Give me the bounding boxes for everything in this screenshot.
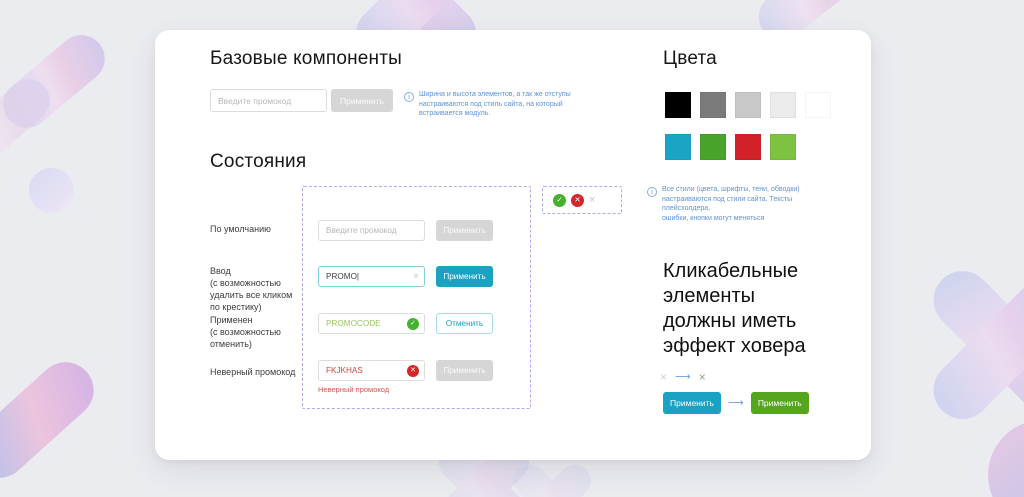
state-label-applied: Применен (с возможностью отменить) xyxy=(210,315,281,349)
color-swatch-teal xyxy=(665,134,691,160)
decor-left-circle xyxy=(29,168,74,213)
base-components-note: Ширина и высота элементов, а так же отст… xyxy=(419,91,571,117)
apply-button-default[interactable]: Применить xyxy=(436,220,493,241)
color-swatch-green xyxy=(700,134,726,160)
promo-input-default[interactable] xyxy=(318,220,425,241)
decor-bottom-x-faint xyxy=(505,455,600,497)
close-icon-normal: × xyxy=(660,370,668,384)
decor-left-edge-bar xyxy=(0,70,59,184)
state-row-invalid: ✕ xyxy=(318,360,425,381)
info-icon: i xyxy=(404,92,414,102)
error-circle-icon: ✕ xyxy=(571,193,584,207)
check-circle-icon: ✓ xyxy=(553,193,566,207)
color-swatch-light-gray xyxy=(735,92,761,118)
colors-note: Все стили (цвета, шрифты, тени, обводки)… xyxy=(662,186,800,222)
hover-demo-icons: × ⟶ × xyxy=(660,371,706,383)
decor-right-x xyxy=(915,252,1024,437)
info-icon-styles: i xyxy=(647,187,657,197)
state-label-invalid: Неверный промокод xyxy=(210,367,296,377)
color-swatch-gray xyxy=(700,92,726,118)
apply-button-active[interactable]: Применить xyxy=(436,266,493,287)
grayscale-swatches xyxy=(665,92,831,118)
decor-left-pill xyxy=(0,25,115,138)
decor-bottom-right-circle xyxy=(988,420,1024,497)
decor-bottom-left-pill xyxy=(0,350,106,490)
color-swatch-red xyxy=(735,134,761,160)
colors-title: Цвета xyxy=(663,48,717,69)
error-message: Неверный промокод xyxy=(318,385,390,394)
promo-code-input[interactable] xyxy=(210,89,327,112)
base-components-title: Базовые компоненты xyxy=(210,48,403,69)
close-icon-hover: × xyxy=(698,370,706,384)
apply-button-hovered[interactable]: Применить xyxy=(750,392,809,414)
promo-module-styleguide-card: Базовые компоненты Применить i Ширина и … xyxy=(155,30,871,460)
state-row-applied: ✓ xyxy=(318,313,425,334)
state-label-default: По умолчанию xyxy=(210,224,271,234)
state-row-typing: × xyxy=(318,266,425,287)
apply-button-invalid-disabled[interactable]: Применить xyxy=(436,360,493,381)
color-swatch-light-green xyxy=(770,134,796,160)
cancel-button[interactable]: Отменить xyxy=(436,313,493,334)
status-icons-frame: ✓ ✕ × xyxy=(542,186,622,214)
hover-demo-buttons: Применить ⟶ Применить xyxy=(663,392,809,414)
error-cross-icon: ✕ xyxy=(407,364,419,377)
color-swatch-white xyxy=(805,92,831,118)
promo-input-typing[interactable] xyxy=(318,266,425,287)
accent-swatches xyxy=(665,134,796,160)
design-canvas: Базовые компоненты Применить i Ширина и … xyxy=(0,0,1024,497)
arrow-right-icon: ⟶ xyxy=(675,370,691,383)
apply-button-normal[interactable]: Применить xyxy=(663,392,721,414)
color-swatch-lighter-gray xyxy=(770,92,796,118)
clear-input-icon[interactable]: × xyxy=(413,271,419,282)
state-label-typing: Ввод (с возможностью удалить все кликом … xyxy=(210,266,293,312)
success-check-icon: ✓ xyxy=(407,317,419,330)
close-icon: × xyxy=(589,193,596,206)
hover-rule-title: Кликабельные элементы должны иметь эффек… xyxy=(663,260,806,357)
states-title: Состояния xyxy=(210,151,307,172)
apply-button-disabled[interactable]: Применить xyxy=(331,89,393,112)
state-row-default xyxy=(318,220,425,241)
color-swatch-black xyxy=(665,92,691,118)
arrow-right-icon-buttons: ⟶ xyxy=(728,396,744,409)
